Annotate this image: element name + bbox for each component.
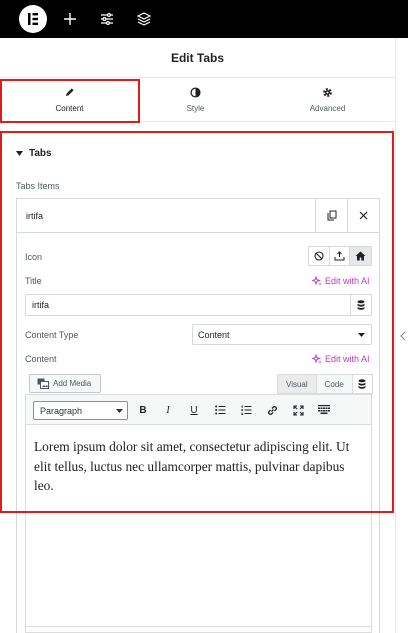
section-title: Tabs (29, 148, 52, 159)
half-circle-icon (190, 87, 201, 98)
icon-upload-button[interactable] (330, 247, 351, 265)
paragraph-format-select[interactable]: Paragraph (33, 401, 128, 420)
site-settings-icon[interactable] (96, 8, 118, 30)
editor-status-divider (25, 626, 372, 627)
fullscreen-button[interactable] (288, 401, 308, 419)
sparkle-icon (312, 354, 322, 364)
keyboard-icon (318, 405, 330, 414)
copy-icon (327, 210, 336, 221)
tab-content-label: Content (55, 104, 84, 113)
toolbar-toggle-button[interactable] (314, 401, 334, 419)
edit-with-ai-label: Edit with AI (325, 354, 370, 364)
editor-toolbar: Paragraph B I U (25, 394, 372, 425)
layers-icon[interactable] (133, 8, 155, 30)
editor-dynamic-tags-button[interactable] (352, 374, 373, 394)
top-bar (0, 0, 408, 38)
content-type-label: Content Type (25, 330, 79, 340)
edit-with-ai-link-content[interactable]: Edit with AI (312, 354, 370, 364)
edit-with-ai-label: Edit with AI (325, 276, 370, 286)
database-icon (357, 300, 365, 310)
format-value: Paragraph (40, 406, 83, 416)
icon-none-button[interactable] (309, 247, 330, 265)
sparkle-icon (312, 276, 322, 286)
caret-down-icon (16, 151, 23, 156)
icon-chooser (308, 246, 372, 266)
panel-header: Edit Tabs (0, 38, 395, 78)
link-icon (267, 405, 277, 415)
media-icon (37, 378, 49, 389)
insert-link-button[interactable] (262, 401, 282, 419)
elementor-logo-icon[interactable] (19, 5, 47, 33)
bold-button[interactable]: B (133, 401, 153, 419)
underline-button[interactable]: U (184, 401, 204, 419)
upload-icon (334, 251, 345, 261)
title-input[interactable] (26, 295, 351, 315)
editor-mode-tabs: Visual Code (277, 374, 373, 394)
bullet-list-icon (214, 405, 225, 415)
fullscreen-icon (292, 404, 304, 416)
numbered-list-icon (240, 405, 251, 415)
repeater-item-title: irtifa (26, 211, 44, 221)
dynamic-tags-button[interactable] (350, 295, 371, 315)
database-icon (358, 379, 366, 389)
tabs-divider (0, 121, 395, 122)
editor-content-area[interactable]: Lorem ipsum dolor sit amet, consectetur … (25, 425, 372, 633)
tab-content[interactable]: Content (2, 78, 137, 122)
bullet-list-button[interactable] (210, 401, 230, 419)
close-icon (359, 211, 368, 220)
home-icon (355, 251, 366, 261)
add-media-label: Add Media (53, 379, 92, 388)
content-type-value: Content (198, 330, 230, 340)
remove-item-button[interactable] (347, 199, 379, 232)
ban-icon (314, 251, 324, 261)
tab-style[interactable]: Style (128, 78, 263, 122)
title-label: Title (25, 276, 42, 286)
content-label: Content (25, 354, 57, 364)
edit-with-ai-link[interactable]: Edit with AI (312, 276, 370, 286)
tab-code[interactable]: Code (316, 374, 353, 394)
panel-title: Edit Tabs (170, 50, 225, 65)
repeater-item-header[interactable]: irtifa (17, 199, 379, 233)
add-media-button[interactable]: Add Media (29, 374, 101, 393)
tab-advanced[interactable]: Advanced (260, 78, 395, 122)
title-field (25, 294, 372, 316)
duplicate-button[interactable] (315, 199, 347, 232)
caret-down-icon (116, 409, 123, 413)
caret-down-icon (358, 333, 365, 337)
italic-button[interactable]: I (158, 401, 178, 419)
tab-visual[interactable]: Visual (277, 374, 317, 394)
icon-label: Icon (25, 252, 43, 262)
pencil-icon (65, 88, 74, 97)
numbered-list-button[interactable] (236, 401, 256, 419)
gear-icon (323, 88, 332, 97)
section-toggle-tabs[interactable]: Tabs (16, 148, 52, 159)
icon-library-button[interactable] (350, 247, 371, 265)
tabs-items-label: Tabs Items (16, 181, 60, 191)
add-element-icon[interactable] (59, 8, 81, 30)
tab-advanced-label: Advanced (309, 104, 346, 113)
tab-style-label: Style (186, 104, 205, 113)
editor-text: Lorem ipsum dolor sit amet, consectetur … (34, 439, 350, 493)
chevron-left-icon[interactable] (399, 331, 407, 341)
content-type-select[interactable]: Content (192, 324, 372, 345)
